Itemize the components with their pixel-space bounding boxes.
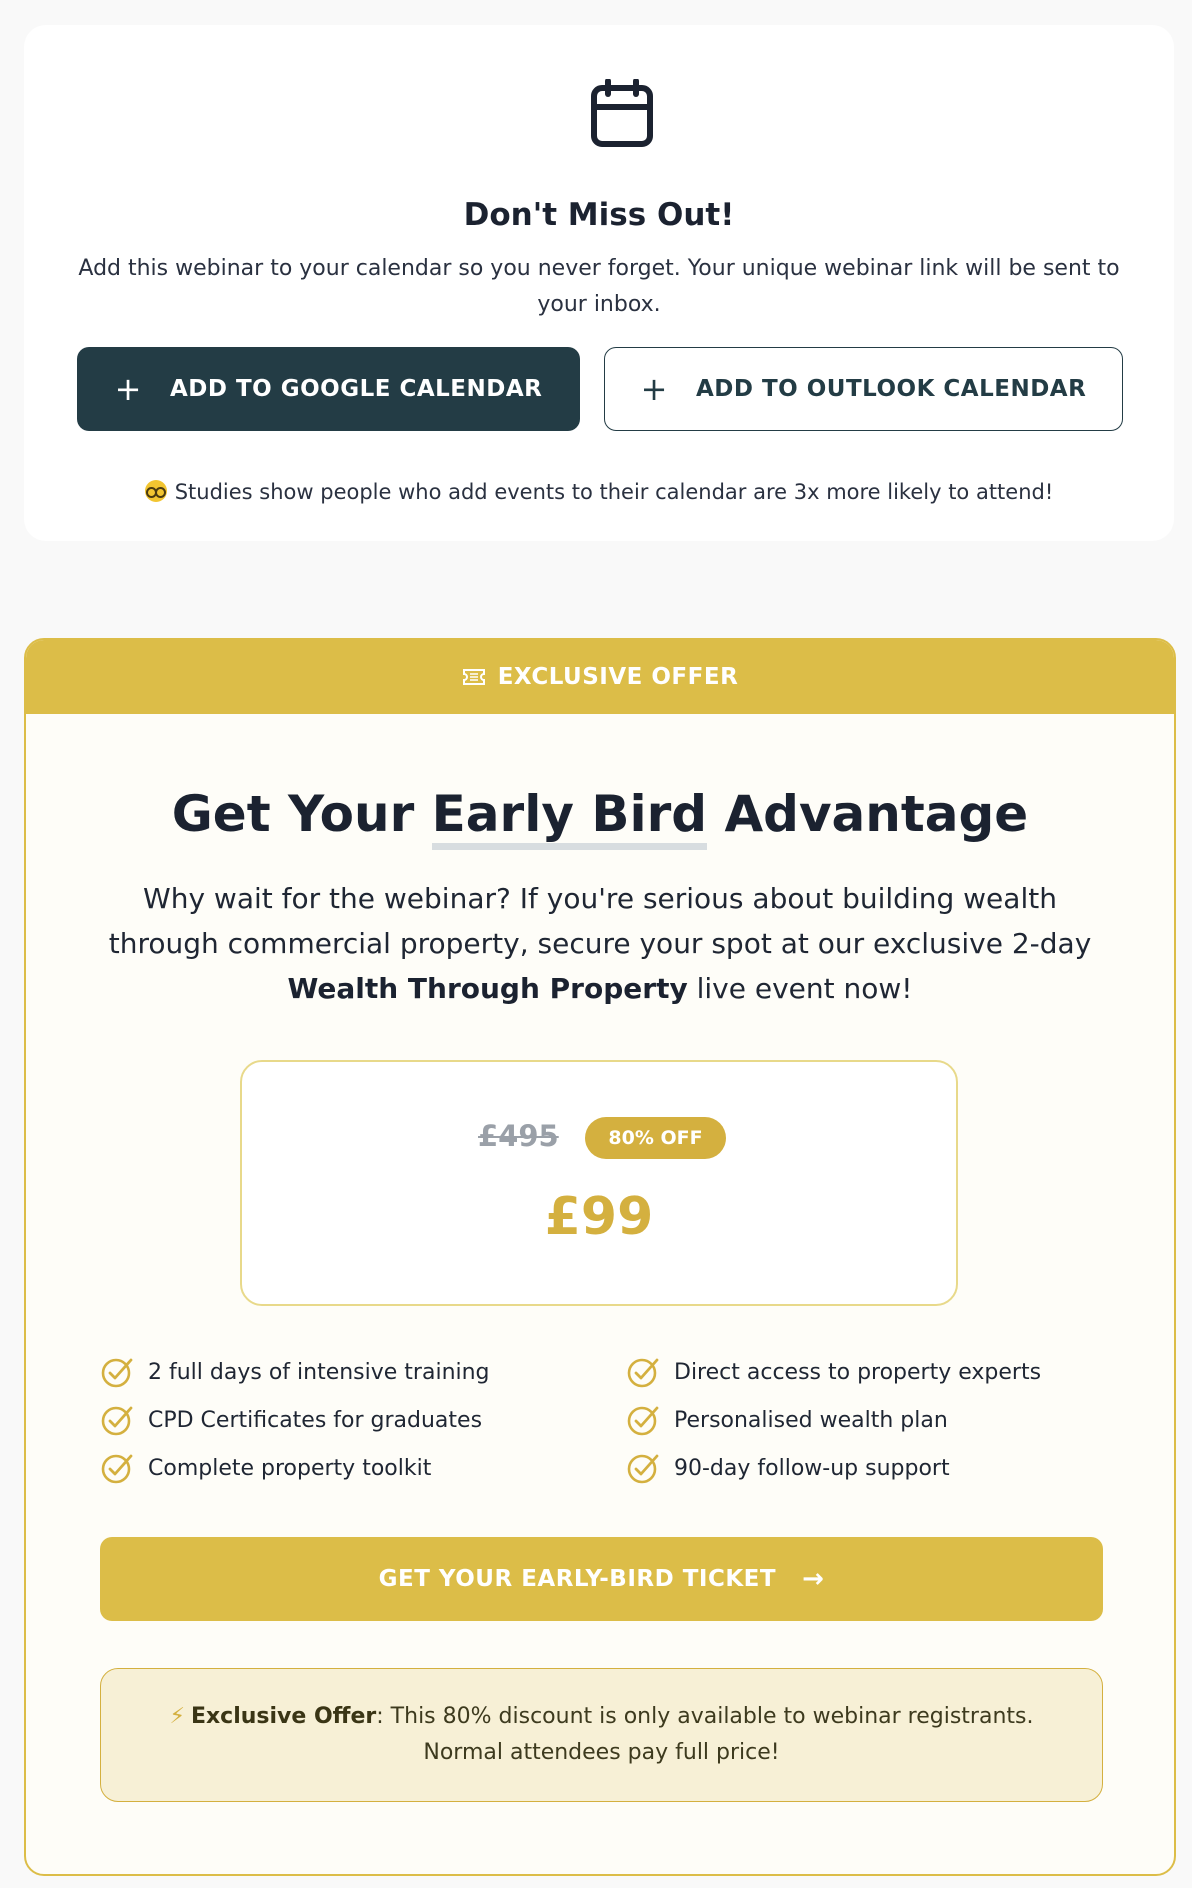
offer-desc-pre: Why wait for the webinar? If you're seri… — [108, 882, 1092, 960]
feature-item: 90-day follow-up support — [626, 1451, 950, 1485]
offer-title-highlight: Early Bird — [431, 785, 708, 850]
offer-desc-post: live event now! — [687, 972, 913, 1005]
feature-text: Personalised wealth plan — [674, 1407, 948, 1433]
new-price: £99 — [544, 1187, 654, 1247]
feature-item: CPD Certificates for graduates — [100, 1403, 482, 1437]
offer-title-pre: Get Your — [171, 785, 432, 843]
price-box: £495 80% OFF £99 — [240, 1060, 958, 1306]
nerd-face-emoji-icon — [144, 480, 167, 502]
offer-desc-event-name: Wealth Through Property — [287, 972, 688, 1005]
feature-item: Personalised wealth plan — [626, 1403, 948, 1437]
plus-icon: + — [640, 370, 668, 408]
offer-description: Why wait for the webinar? If you're seri… — [106, 876, 1094, 1011]
arrow-right-icon: → — [802, 1564, 825, 1594]
offer-banner-label: EXCLUSIVE OFFER — [497, 664, 739, 690]
feature-text: CPD Certificates for graduates — [148, 1407, 483, 1433]
offer-title: Get Your Early Bird Advantage — [26, 785, 1174, 850]
old-price: £495 — [478, 1119, 559, 1153]
get-early-bird-ticket-button[interactable]: GET YOUR EARLY-BIRD TICKET → — [100, 1537, 1103, 1621]
offer-banner: EXCLUSIVE OFFER — [26, 640, 1174, 714]
check-circle-icon — [101, 1454, 133, 1484]
add-to-outlook-calendar-button[interactable]: + ADD TO OUTLOOK CALENDAR — [604, 347, 1123, 431]
lightning-icon: ⚡ — [169, 1704, 185, 1729]
exclusive-offer-card: EXCLUSIVE OFFER Get Your Early Bird Adva… — [24, 638, 1176, 1876]
calendar-icon — [591, 79, 653, 147]
feature-text: Complete property toolkit — [148, 1455, 432, 1481]
notice-bold: Exclusive Offer — [190, 1704, 377, 1729]
calendar-card: Don't Miss Out! Add this webinar to your… — [24, 25, 1174, 541]
check-circle-icon — [627, 1454, 659, 1484]
calendar-title: Don't Miss Out! — [463, 197, 735, 233]
feature-item: 2 full days of intensive training — [100, 1355, 490, 1389]
feature-text: 2 full days of intensive training — [148, 1359, 490, 1385]
outlook-button-label: ADD TO OUTLOOK CALENDAR — [695, 376, 1087, 402]
feature-item: Complete property toolkit — [100, 1451, 431, 1485]
notice-text: : This 80% discount is only available to… — [376, 1704, 1034, 1765]
calendar-description: Add this webinar to your calendar so you… — [78, 256, 1120, 317]
exclusive-offer-notice: ⚡ Exclusive Offer: This 80% discount is o… — [100, 1668, 1103, 1802]
calendar-note: Studies show people who add events to th… — [24, 480, 1174, 504]
check-circle-icon — [101, 1358, 133, 1388]
discount-badge: 80% OFF — [585, 1117, 726, 1159]
offer-title-post: Advantage — [707, 785, 1029, 843]
calendar-note-text: Studies show people who add events to th… — [174, 480, 1054, 504]
add-to-google-calendar-button[interactable]: + ADD TO GOOGLE CALENDAR — [77, 347, 580, 431]
check-circle-icon — [627, 1406, 659, 1436]
cta-label: GET YOUR EARLY-BIRD TICKET — [378, 1566, 777, 1592]
check-circle-icon — [627, 1358, 659, 1388]
google-button-label: ADD TO GOOGLE CALENDAR — [169, 376, 543, 402]
check-circle-icon — [101, 1406, 133, 1436]
ticket-icon — [462, 669, 485, 685]
feature-text: 90-day follow-up support — [674, 1455, 950, 1481]
feature-item: Direct access to property experts — [626, 1355, 1041, 1389]
plus-icon: + — [114, 370, 142, 408]
feature-text: Direct access to property experts — [674, 1359, 1042, 1385]
